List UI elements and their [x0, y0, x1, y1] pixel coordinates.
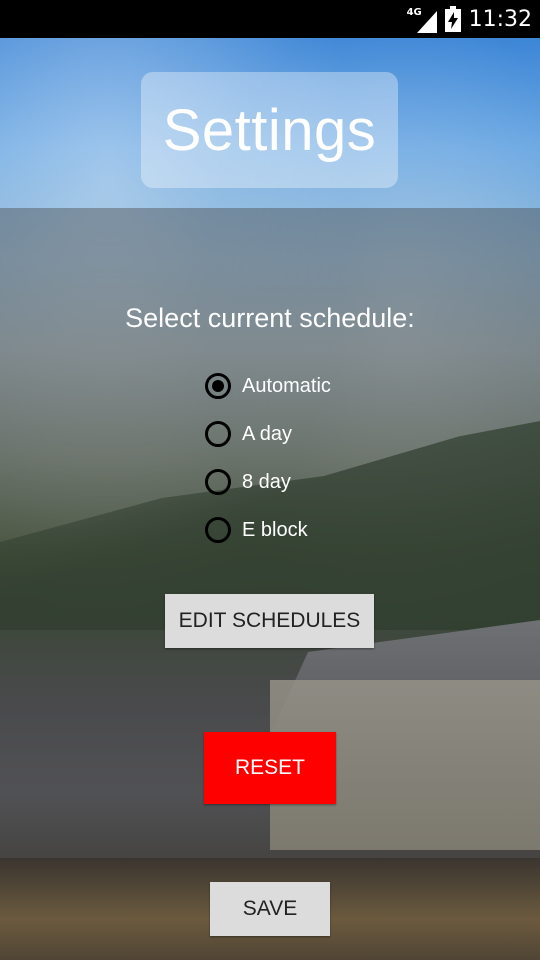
reset-button[interactable]: RESET — [204, 732, 336, 804]
clock: 11:32 — [468, 6, 532, 32]
radio-label[interactable]: 8 day — [242, 471, 291, 494]
schedule-prompt: Select current schedule: — [125, 303, 415, 333]
radio-button-checked[interactable] — [205, 373, 231, 399]
radio-a-day[interactable]: A day — [205, 410, 331, 458]
edit-schedules-button[interactable]: EDIT SCHEDULES — [165, 594, 374, 648]
status-icons: 4G 11:32 — [407, 0, 532, 38]
page-title: Settings — [162, 97, 377, 163]
radio-8-day[interactable]: 8 day — [205, 458, 331, 506]
radio-label[interactable]: E block — [242, 519, 308, 542]
title-container: Settings — [141, 72, 398, 188]
signal-icon: 4G — [407, 5, 437, 33]
save-button[interactable]: SAVE — [210, 882, 330, 936]
schedule-radio-group: Automatic A day 8 day E block — [205, 362, 331, 554]
radio-e-block[interactable]: E block — [205, 506, 331, 554]
battery-charging-icon — [444, 6, 461, 32]
radio-button[interactable] — [205, 469, 231, 495]
radio-button[interactable] — [205, 517, 231, 543]
radio-label[interactable]: Automatic — [242, 375, 331, 398]
status-bar: 4G 11:32 — [0, 0, 540, 38]
radio-button[interactable] — [205, 421, 231, 447]
radio-label[interactable]: A day — [242, 423, 292, 446]
radio-automatic[interactable]: Automatic — [205, 362, 331, 410]
